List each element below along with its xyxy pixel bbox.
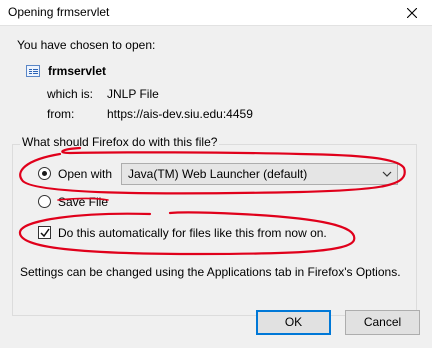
title-bar: Opening frmservlet: [0, 0, 432, 26]
close-icon: [407, 8, 417, 18]
jnlp-file-icon: [26, 65, 40, 77]
action-group-label: What should Firefox do with this file?: [20, 135, 220, 149]
open-with-selected: Java(TM) Web Launcher (default): [128, 167, 308, 181]
dialog-body: You have chosen to open: frmservlet whic…: [0, 26, 432, 348]
auto-checkbox-label: Do this automatically for files like thi…: [58, 226, 327, 240]
open-with-label: Open with: [58, 167, 113, 181]
auto-checkbox[interactable]: [38, 226, 51, 239]
window-title: Opening frmservlet: [8, 5, 110, 19]
cancel-button[interactable]: Cancel: [345, 310, 420, 335]
file-name: frmservlet: [48, 64, 107, 78]
save-file-radio[interactable]: [38, 195, 51, 208]
settings-note: Settings can be changed using the Applic…: [20, 265, 401, 279]
intro-text: You have chosen to open:: [17, 38, 156, 52]
chevron-down-icon: [382, 171, 392, 177]
save-file-label: Save File: [58, 195, 109, 209]
which-is-label: which is:: [47, 87, 94, 101]
from-label: from:: [47, 107, 75, 121]
which-is-value: JNLP File: [107, 87, 159, 101]
open-with-dropdown[interactable]: Java(TM) Web Launcher (default): [121, 163, 398, 185]
checkmark-icon: [40, 228, 50, 238]
from-value: https://ais-dev.siu.edu:4459: [107, 107, 253, 121]
open-with-radio[interactable]: [38, 167, 51, 180]
close-button[interactable]: [392, 0, 432, 26]
ok-button[interactable]: OK: [256, 310, 331, 335]
